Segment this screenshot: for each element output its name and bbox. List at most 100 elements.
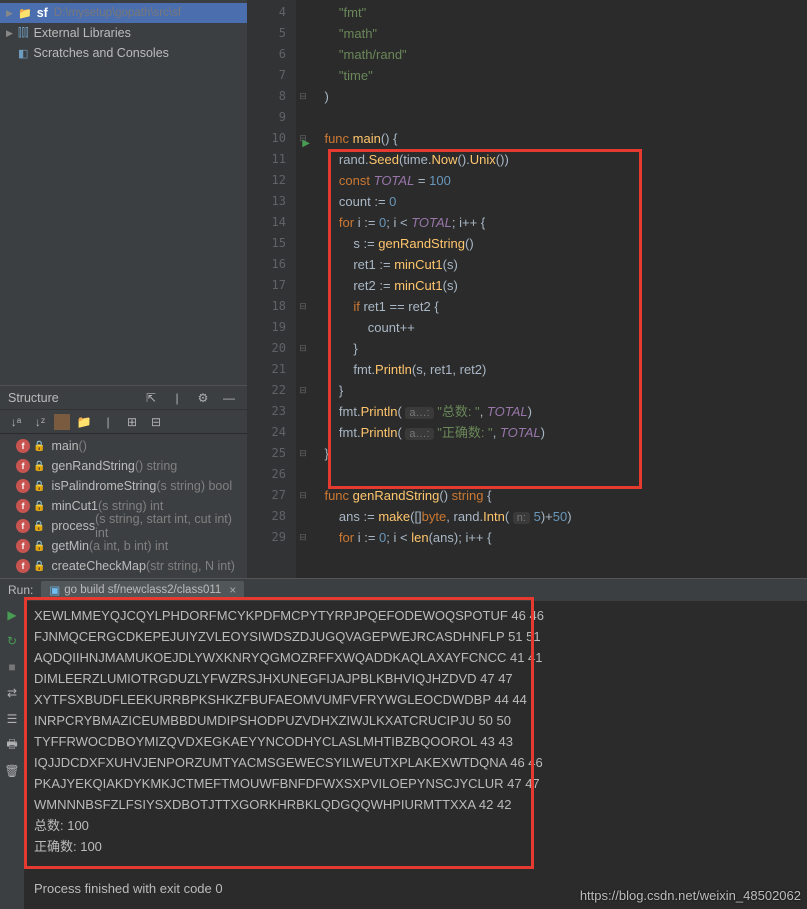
gutter-line[interactable]: 8 — [248, 86, 296, 107]
code-line[interactable]: ans := make([]byte, rand.Intn( n: 5)+50) — [310, 506, 807, 527]
code-line[interactable]: fmt.Println( a…: "总数: ", TOTAL) — [310, 401, 807, 422]
close-icon[interactable]: × — [229, 583, 236, 597]
project-tree[interactable]: ▶ 📁 sf D:\mysetup\gopath\src\sf ▶ ⫿⫿⫿ Ex… — [0, 0, 247, 66]
gutter-line[interactable]: 4 — [248, 2, 296, 23]
sort-za-icon[interactable]: ↓ᶻ — [30, 412, 50, 432]
fold-marker[interactable]: ⊟ — [296, 485, 310, 506]
code-line[interactable]: for i := 0; i < len(ans); i++ { — [310, 527, 807, 548]
tree-label: External Libraries — [34, 26, 131, 40]
fold-marker[interactable]: ⊟ — [296, 527, 310, 548]
structure-item[interactable]: f🔒genRandString() string — [0, 456, 247, 476]
gutter-line[interactable]: 22 — [248, 380, 296, 401]
fold-marker[interactable]: ⊟ — [296, 296, 310, 317]
tree-root[interactable]: ▶ 📁 sf D:\mysetup\gopath\src\sf — [0, 3, 247, 23]
gutter-line[interactable]: 24 — [248, 422, 296, 443]
gutter-line[interactable]: 23 — [248, 401, 296, 422]
gutter-line[interactable]: 9 — [248, 107, 296, 128]
collapse-icon[interactable]: ⇱ — [141, 388, 161, 408]
structure-item[interactable]: f🔒isPalindromeString(s string) bool — [0, 476, 247, 496]
gutter-line[interactable]: 25 — [248, 443, 296, 464]
structure-item[interactable]: f🔒createCheckMap(str string, N int) — [0, 556, 247, 576]
code-line[interactable]: fmt.Println( a…: "正确数: ", TOTAL) — [310, 422, 807, 443]
structure-item[interactable]: f🔒process(s string, start int, cut int) … — [0, 516, 247, 536]
gear-icon[interactable]: ⚙ — [193, 388, 213, 408]
gutter-line[interactable]: 29 — [248, 527, 296, 548]
code-line[interactable]: ) — [310, 86, 807, 107]
tree-external-libs[interactable]: ▶ ⫿⫿⫿ External Libraries — [0, 23, 247, 43]
lock-icon: 🔒 — [33, 501, 45, 512]
structure-item-name: isPalindromeString — [51, 479, 156, 493]
code-line[interactable]: ret2 := minCut1(s) — [310, 275, 807, 296]
print-icon[interactable]: 🖶 — [2, 735, 22, 755]
code-line[interactable]: func main() { — [310, 128, 807, 149]
console-line: TYFFRWOCDBOYMIZQVDXEGKAEYYNCODHYCLASLMHT… — [34, 731, 797, 752]
run-tab[interactable]: ▣ go build sf/newclass2/class011 × — [41, 581, 244, 599]
gutter-line[interactable]: 28 — [248, 506, 296, 527]
console-output[interactable]: XEWLMMEYQJCQYLPHDORFMCYKPDFMCPYTYRPJPQEF… — [24, 601, 807, 909]
gutter-line[interactable]: 13 — [248, 191, 296, 212]
hide-icon[interactable]: — — [219, 388, 239, 408]
expand-icon[interactable]: ⊞ — [122, 412, 142, 432]
code-line[interactable]: } — [310, 380, 807, 401]
code-line[interactable]: for i := 0; i < TOTAL; i++ { — [310, 212, 807, 233]
fold-marker — [296, 422, 310, 443]
code-line[interactable]: "time" — [310, 65, 807, 86]
func-badge-icon: f — [16, 539, 30, 553]
gutter-line[interactable]: 20 — [248, 338, 296, 359]
code-line[interactable]: if ret1 == ret2 { — [310, 296, 807, 317]
fold-marker[interactable]: ⊟ — [296, 338, 310, 359]
code-line[interactable]: count := 0 — [310, 191, 807, 212]
structure-item[interactable]: f🔒main() — [0, 436, 247, 456]
gutter-line[interactable]: 10▶ — [248, 128, 296, 149]
gutter-line[interactable]: 11 — [248, 149, 296, 170]
code-line[interactable]: "fmt" — [310, 2, 807, 23]
run-gutter-icon[interactable]: ▶ — [302, 133, 310, 154]
code-line[interactable]: } — [310, 338, 807, 359]
console-line: INRPCRYBMAZICEUMBBDUMDIPSHODPUZVDHXZIWJL… — [34, 710, 797, 731]
fold-marker — [296, 23, 310, 44]
code-line[interactable]: count++ — [310, 317, 807, 338]
tree-label: Scratches and Consoles — [33, 46, 169, 60]
code-line[interactable]: s := genRandString() — [310, 233, 807, 254]
fold-marker[interactable]: ⊟ — [296, 380, 310, 401]
gutter-line[interactable]: 15 — [248, 233, 296, 254]
code-line[interactable]: "math" — [310, 23, 807, 44]
code-line[interactable]: const TOTAL = 100 — [310, 170, 807, 191]
fold-marker[interactable]: ⊟ — [296, 443, 310, 464]
toggle-icon[interactable]: ⇄ — [2, 683, 22, 703]
gutter-line[interactable]: 7 — [248, 65, 296, 86]
code-line[interactable] — [310, 464, 807, 485]
code-line[interactable]: rand.Seed(time.Now().Unix()) — [310, 149, 807, 170]
gutter-line[interactable]: 19 — [248, 317, 296, 338]
collapse-all-icon[interactable]: ⊟ — [146, 412, 166, 432]
gutter-line[interactable]: 16 — [248, 254, 296, 275]
tree-scratches[interactable]: ◧ Scratches and Consoles — [0, 43, 247, 63]
gutter-line[interactable]: 14 — [248, 212, 296, 233]
code-editor[interactable]: 45678910▶1112131415161718192021222324252… — [248, 0, 807, 578]
code-line[interactable]: func genRandString() string { — [310, 485, 807, 506]
gutter-line[interactable]: 12 — [248, 170, 296, 191]
code-line[interactable]: } — [310, 443, 807, 464]
gutter-line[interactable]: 21 — [248, 359, 296, 380]
gutter-line[interactable]: 5 — [248, 23, 296, 44]
code-line[interactable]: fmt.Println(s, ret1, ret2) — [310, 359, 807, 380]
layout-icon[interactable]: ☰ — [2, 709, 22, 729]
gutter-line[interactable]: 26 — [248, 464, 296, 485]
sort-az-icon[interactable]: ↓ᵃ — [6, 412, 26, 432]
code-line[interactable]: "math/rand" — [310, 44, 807, 65]
gutter-line[interactable]: 27 — [248, 485, 296, 506]
scratch-icon: ◧ — [18, 47, 28, 60]
box-icon[interactable] — [54, 414, 70, 430]
gutter-line[interactable]: 6 — [248, 44, 296, 65]
stop-icon[interactable]: ■ — [2, 657, 22, 677]
fold-marker[interactable]: ⊟ — [296, 86, 310, 107]
folder-icon[interactable]: 📁 — [74, 412, 94, 432]
gutter-line[interactable]: 17 — [248, 275, 296, 296]
gutter-line[interactable]: 18 — [248, 296, 296, 317]
code-line[interactable]: ret1 := minCut1(s) — [310, 254, 807, 275]
code-line[interactable] — [310, 107, 807, 128]
trash-icon[interactable]: 🗑 — [2, 761, 22, 781]
rerun-icon[interactable]: ↻ — [2, 631, 22, 651]
play-icon[interactable]: ▶ — [2, 605, 22, 625]
library-icon: ⫿⫿⫿ — [18, 27, 29, 40]
